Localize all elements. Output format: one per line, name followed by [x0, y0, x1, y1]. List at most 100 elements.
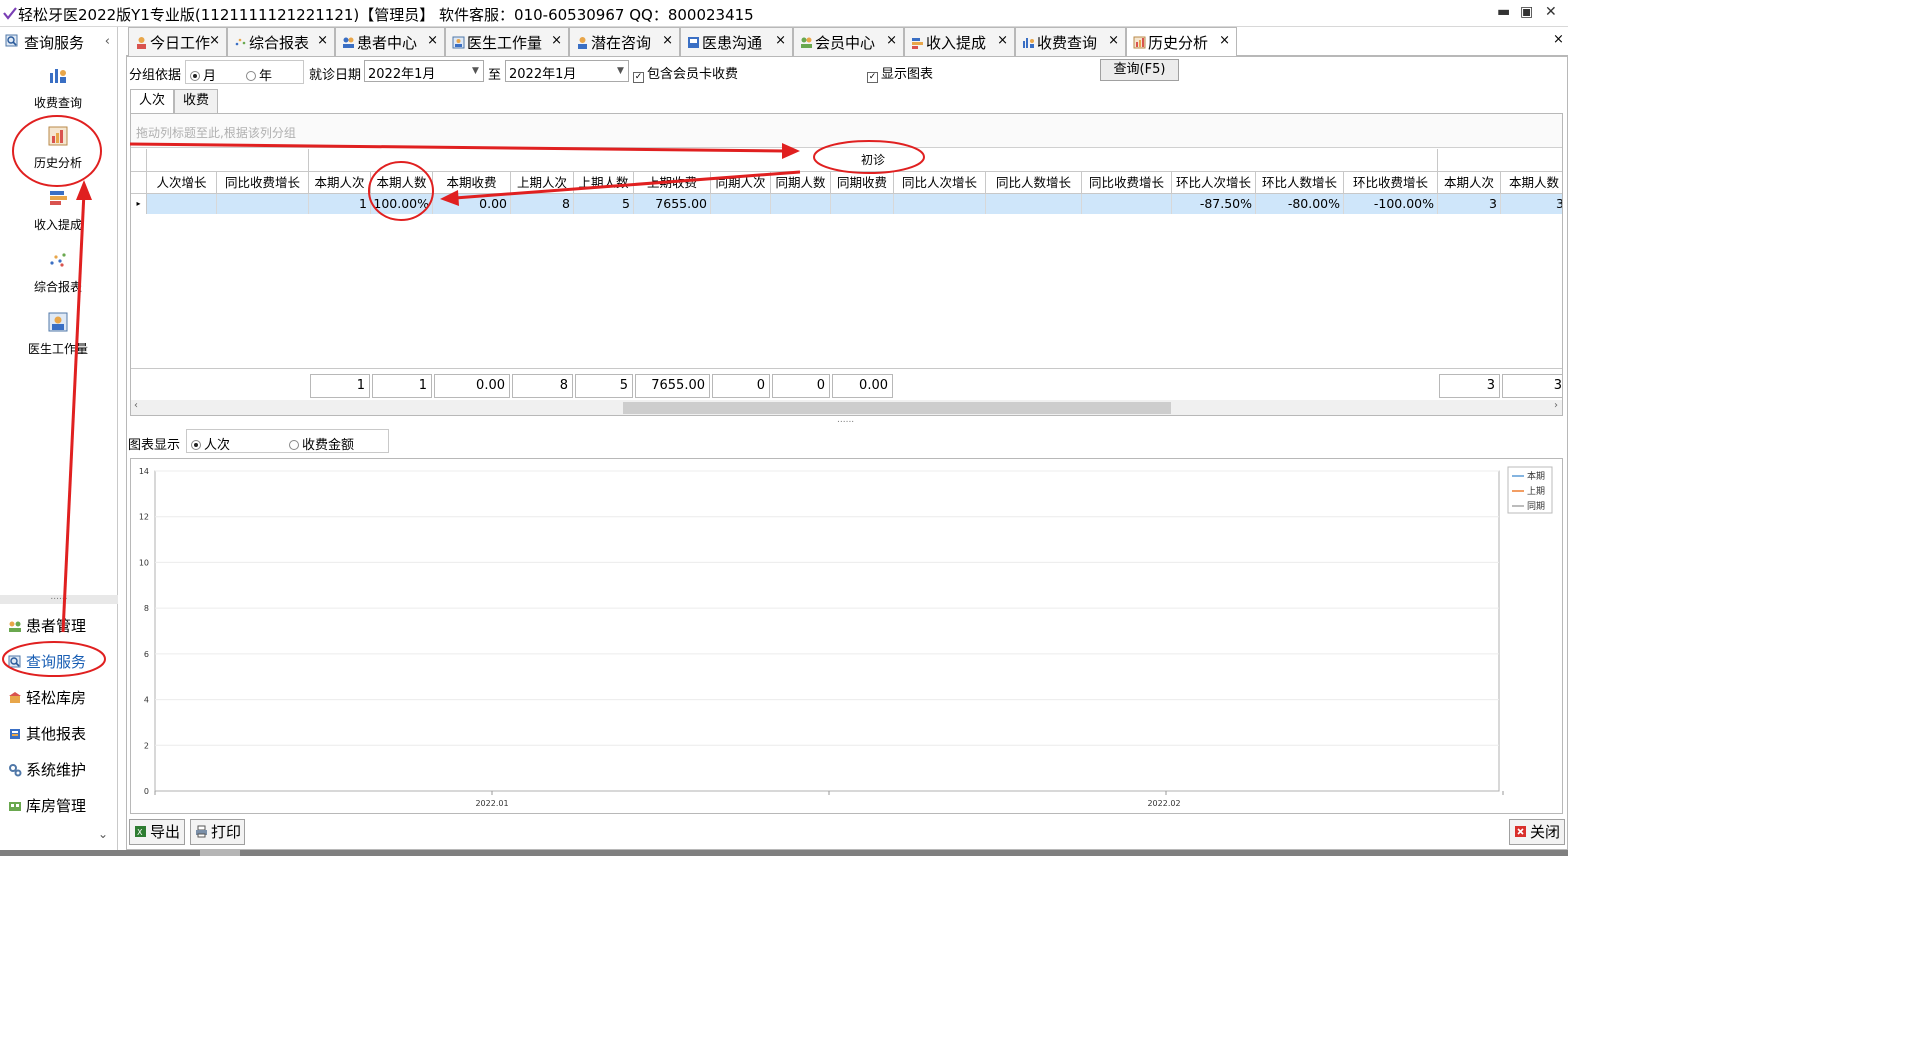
module-storage-management[interactable]: 库房管理 — [8, 795, 112, 819]
column-header[interactable]: 同期人数 — [771, 172, 831, 194]
tab-close-button[interactable]: × — [209, 33, 220, 48]
table-cell[interactable]: -87.50% — [1172, 194, 1256, 214]
tab-doctor-patient-communication[interactable]: 医患沟通 × — [680, 27, 793, 56]
table-cell[interactable]: 8 — [511, 194, 574, 214]
column-header[interactable]: 同期收费 — [831, 172, 894, 194]
date-from-select[interactable]: 2022年1月 ▼ — [364, 60, 484, 82]
show-chart-checkbox[interactable]: ✓ 显示图表 — [867, 63, 933, 83]
table-cell[interactable]: 7655.00 — [634, 194, 711, 214]
tab-close-button[interactable]: × — [427, 33, 438, 48]
minimize-button[interactable]: ▬ — [1497, 4, 1510, 20]
tab-close-button[interactable]: × — [997, 33, 1008, 48]
sidebar-expand-button[interactable]: ⌄ — [98, 827, 108, 841]
table-cell[interactable]: 1 — [309, 194, 371, 214]
sidebar-item-comprehensive-report[interactable]: 综合报表 — [10, 249, 106, 305]
scroll-left-icon[interactable]: ‹ — [134, 400, 138, 411]
table-cell[interactable]: 3 — [1438, 194, 1501, 214]
column-header[interactable]: 本期人次 — [1438, 172, 1501, 194]
table-cell[interactable] — [771, 194, 831, 214]
column-header[interactable]: 同比收费增长 — [217, 172, 309, 194]
tab-close-button[interactable]: × — [886, 33, 897, 48]
group-by-month-radio[interactable]: 月 — [190, 65, 216, 84]
tab-close-button[interactable]: × — [775, 33, 786, 48]
tab-patient-center[interactable]: 患者中心 × — [335, 27, 445, 56]
table-cell[interactable] — [986, 194, 1082, 214]
column-header[interactable]: 同比人次增长 — [894, 172, 986, 194]
taskbar-item[interactable] — [200, 850, 240, 856]
column-header[interactable]: 环比收费增长 — [1344, 172, 1438, 194]
table-cell[interactable]: 0.00 — [433, 194, 511, 214]
summary-cell: 7655.00 — [635, 374, 710, 398]
module-easy-warehouse[interactable]: 轻松库房 — [8, 687, 112, 711]
export-button[interactable]: X 导出 — [129, 819, 185, 845]
chart-mode-amount-radio[interactable]: 收费金额 — [289, 434, 354, 453]
table-cell[interactable] — [894, 194, 986, 214]
close-all-tabs-button[interactable]: × — [1553, 32, 1564, 47]
column-header[interactable]: 环比人次增长 — [1172, 172, 1256, 194]
tab-history-analysis[interactable]: 历史分析 × — [1126, 27, 1237, 57]
column-header[interactable]: 同比人数增长 — [986, 172, 1082, 194]
subtab-visits[interactable]: 人次 — [130, 89, 174, 114]
table-cell[interactable] — [217, 194, 309, 214]
sidebar-splitter[interactable]: ...... — [0, 593, 118, 604]
tab-close-button[interactable]: × — [317, 33, 328, 48]
tab-today-work[interactable]: 今日工作 × — [128, 27, 227, 56]
table-cell[interactable]: 5 — [574, 194, 634, 214]
close-window-button[interactable]: ✕ — [1545, 4, 1557, 20]
tab-member-center[interactable]: 会员中心 × — [793, 27, 904, 56]
sidebar-collapse-button[interactable]: ‹ — [105, 34, 110, 49]
column-header[interactable]: 人次增长 — [147, 172, 217, 194]
group-by-year-radio[interactable]: 年 — [246, 65, 272, 84]
table-cell[interactable]: 3 — [1501, 194, 1562, 214]
tab-doctor-workload[interactable]: 医生工作量 × — [445, 27, 569, 56]
column-header[interactable]: 同比收费增长 — [1082, 172, 1172, 194]
table-cell[interactable] — [1082, 194, 1172, 214]
scrollbar-thumb[interactable] — [623, 402, 1171, 414]
maximize-button[interactable]: ▣ — [1520, 4, 1533, 20]
include-member-card-checkbox[interactable]: ✓ 包含会员卡收费 — [633, 63, 738, 83]
splitter-grip[interactable]: ...... — [837, 415, 854, 425]
tab-comprehensive-report[interactable]: 综合报表 × — [227, 27, 335, 56]
table-cell[interactable] — [147, 194, 217, 214]
subtab-fees[interactable]: 收费 — [174, 89, 218, 113]
close-panel-button[interactable]: 关闭 — [1509, 819, 1565, 845]
column-header[interactable]: 上期人次 — [511, 172, 574, 194]
column-header[interactable]: 本期人数 — [371, 172, 433, 194]
module-other-reports[interactable]: 其他报表 — [8, 723, 112, 747]
module-patient-management[interactable]: 患者管理 — [8, 615, 112, 639]
table-cell[interactable]: -80.00% — [1256, 194, 1344, 214]
module-system-maintenance[interactable]: 系统维护 — [8, 759, 112, 783]
tab-close-button[interactable]: × — [1219, 33, 1230, 48]
sidebar-item-fee-query[interactable]: 收费查询 — [10, 65, 106, 121]
table-cell[interactable]: 100.00% — [371, 194, 433, 214]
table-cell[interactable] — [711, 194, 771, 214]
table-cell[interactable]: -100.00% — [1344, 194, 1438, 214]
print-button[interactable]: 打印 — [190, 819, 245, 845]
sidebar-item-income-commission[interactable]: 收入提成 — [10, 187, 106, 243]
column-header[interactable]: 环比人数增长 — [1256, 172, 1344, 194]
chart-mode-visits-radio[interactable]: 人次 — [191, 434, 230, 453]
tab-close-button[interactable]: × — [662, 33, 673, 48]
group-by-drop-panel[interactable]: 拖动列标题至此,根据该列分组 — [131, 114, 1562, 148]
column-header[interactable]: 本期人次 — [309, 172, 371, 194]
query-button[interactable]: 查询(F5) — [1100, 59, 1179, 81]
column-header[interactable]: 上期人数 — [574, 172, 634, 194]
table-cell[interactable] — [831, 194, 894, 214]
column-header[interactable]: 同期人次 — [711, 172, 771, 194]
date-to-select[interactable]: 2022年1月 ▼ — [505, 60, 629, 82]
module-query-service[interactable]: 查询服务 — [8, 651, 112, 675]
horizontal-scrollbar[interactable]: ‹ › — [131, 400, 1562, 415]
column-header[interactable]: 上期收费 — [634, 172, 711, 194]
column-header[interactable]: 本期收费 — [433, 172, 511, 194]
table-row[interactable]: ▸ 1 100.00% 0.00 8 5 7655.00 -87.50% -80.00% -10… — [131, 194, 1562, 214]
tab-income-commission[interactable]: 收入提成 × — [904, 27, 1015, 56]
scroll-right-icon[interactable]: › — [1554, 400, 1558, 411]
tab-close-button[interactable]: × — [551, 33, 562, 48]
sidebar-item-history-analysis[interactable]: 历史分析 — [10, 125, 106, 181]
tab-potential-consult[interactable]: 潜在咨询 × — [569, 27, 680, 56]
band-first-visit[interactable]: 初诊 — [309, 149, 1438, 172]
column-header[interactable]: 本期人数 — [1501, 172, 1562, 194]
tab-fee-query[interactable]: 收费查询 × — [1015, 27, 1126, 56]
sidebar-item-doctor-workload[interactable]: 医生工作量 — [10, 311, 106, 367]
tab-close-button[interactable]: × — [1108, 33, 1119, 48]
